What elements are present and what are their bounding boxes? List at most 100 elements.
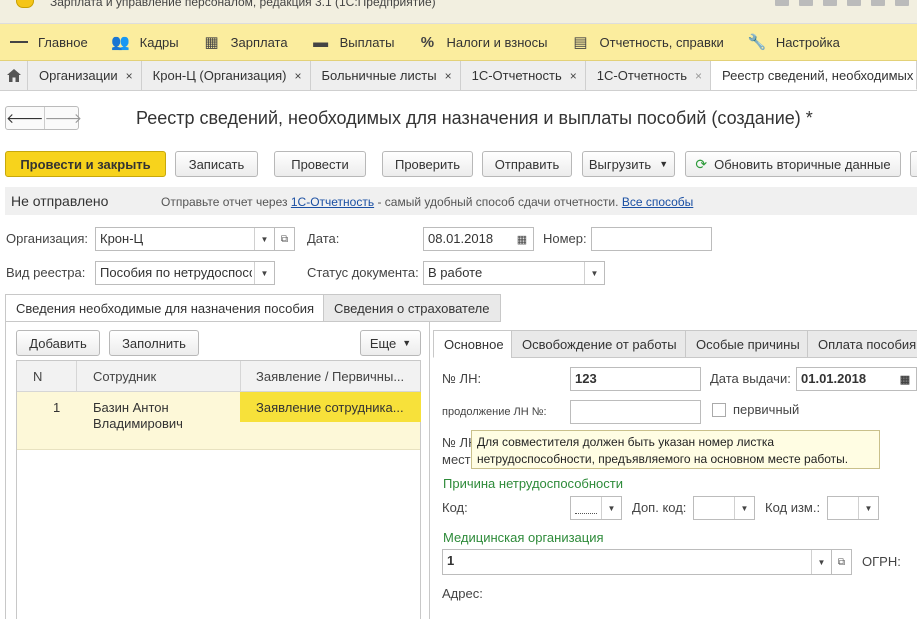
registry-type-value: Пособия по нетрудоспособ — [100, 265, 252, 280]
chevron-down-icon[interactable]: ▼ — [734, 497, 754, 519]
calendar-icon[interactable]: ▦ — [511, 228, 533, 250]
refresh-secondary-data-button[interactable]: ⟳ Обновить вторичные данные — [685, 151, 901, 177]
title-bar-icons — [775, 0, 909, 6]
sick-leave-number-field[interactable]: 123 — [570, 367, 701, 391]
primary-checkbox[interactable] — [712, 403, 726, 417]
menu-item-taxes[interactable]: % Налоги и взносы — [408, 24, 561, 61]
add-button[interactable]: Добавить — [16, 330, 100, 356]
open-organization-icon[interactable]: ⧉ — [275, 227, 295, 251]
save-icon[interactable] — [775, 0, 789, 6]
tab-1c-reporting[interactable]: 1С-Отчетность × — [461, 61, 586, 90]
ogrn-label: ОГРН: — [862, 554, 901, 569]
tab-sick-leaves[interactable]: Больничные листы × — [311, 61, 461, 90]
tab-label: Крон-Ц (Организация) — [152, 68, 287, 83]
tab-1c-reporting-2[interactable]: 1С-Отчетность × — [586, 61, 711, 90]
number-field[interactable] — [591, 227, 712, 251]
app-logo-icon[interactable] — [16, 0, 34, 8]
tab-label: Организации — [39, 68, 118, 83]
tab-special-reasons[interactable]: Особые причины — [685, 330, 808, 358]
print-icon[interactable] — [799, 0, 813, 6]
close-icon[interactable]: × — [295, 69, 302, 83]
sick-leave-number-value: 123 — [575, 371, 597, 386]
column-header-n[interactable]: N — [33, 369, 42, 384]
home-icon[interactable] — [0, 61, 28, 90]
chevron-down-icon[interactable]: ▼ — [254, 228, 274, 250]
more-button[interactable]: Еще ▼ — [360, 330, 421, 356]
menu-item-main[interactable]: Главное — [0, 24, 102, 61]
post-and-close-button[interactable]: Провести и закрыть — [5, 151, 166, 177]
menu-item-settings[interactable]: 🔧 Настройка — [738, 24, 854, 61]
issue-date-field[interactable]: 01.01.2018 ▦ — [796, 367, 917, 391]
menu-item-label: Главное — [38, 34, 88, 50]
change-code-field[interactable]: ▼ — [827, 496, 879, 520]
favorites-icon[interactable] — [871, 0, 885, 6]
document-status-field[interactable]: В работе ▼ — [423, 261, 605, 285]
menu-item-reports[interactable]: ▤ Отчетность, справки — [562, 24, 738, 61]
chevron-down-icon[interactable]: ▼ — [254, 262, 274, 284]
tab-label: Больничные листы — [321, 68, 437, 83]
tab-kron-organization[interactable]: Крон-Ц (Организация) × — [142, 61, 311, 90]
continuation-field[interactable] — [570, 400, 701, 424]
menu-item-payments[interactable]: ▬ Выплаты — [302, 24, 409, 61]
menu-item-label: Налоги и взносы — [446, 34, 548, 50]
menu-item-salary[interactable]: ▦ Зарплата — [193, 24, 302, 61]
chevron-down-icon: ▼ — [659, 159, 669, 169]
chevron-down-icon[interactable]: ▼ — [601, 497, 621, 519]
tab-benefit-payment[interactable]: Оплата пособия — [807, 330, 917, 358]
column-header-statement[interactable]: Заявление / Первичны... — [256, 369, 404, 384]
page-title: Реестр сведений, необходимых для назначе… — [136, 108, 813, 128]
wrench-icon: 🔧 — [747, 34, 767, 51]
chevron-down-icon[interactable]: ▼ — [811, 550, 831, 574]
1c-reporting-link[interactable]: 1С-Отчетность — [291, 195, 374, 209]
history-icon[interactable] — [847, 0, 861, 6]
additional-code-field[interactable]: ▼ — [693, 496, 755, 520]
post-button[interactable]: Провести — [274, 151, 366, 177]
save-button[interactable]: Записать — [175, 151, 258, 177]
send-button[interactable]: Отправить — [482, 151, 572, 177]
fill-button[interactable]: Заполнить — [109, 330, 199, 356]
tab-release-from-work[interactable]: Освобождение от работы — [511, 330, 686, 358]
more-commands-button[interactable] — [910, 151, 917, 177]
column-header-employee[interactable]: Сотрудник — [93, 369, 156, 384]
row-number: 1 — [53, 400, 61, 415]
organization-field[interactable]: Крон-Ц ▼ — [95, 227, 275, 251]
tooltip-line1: Для совместителя должен быть указан номе… — [477, 435, 775, 449]
calendar-icon[interactable]: ▦ — [894, 368, 916, 390]
menu-item-hr[interactable]: 👥 Кадры — [102, 24, 193, 61]
chevron-down-icon[interactable]: ▼ — [584, 262, 604, 284]
additional-code-label: Доп. код: — [632, 500, 687, 515]
close-icon[interactable]: × — [126, 69, 133, 83]
date-field[interactable]: 08.01.2018 ▦ — [423, 227, 534, 251]
chevron-down-icon[interactable]: ▼ — [858, 497, 878, 519]
export-button[interactable]: Выгрузить ▼ — [582, 151, 675, 177]
hint-suffix: - самый удобный способ сдачи отчетности. — [377, 195, 619, 209]
registry-type-field[interactable]: Пособия по нетрудоспособ ▼ — [95, 261, 275, 285]
close-icon[interactable]: × — [695, 69, 702, 83]
registry-type-label: Вид реестра: — [6, 265, 86, 280]
table-row[interactable]: 1 Базин Антон Владимирович Заявление сот… — [17, 392, 421, 450]
all-ways-link[interactable]: Все способы — [622, 195, 694, 209]
send-hint: Отправьте отчет через 1С-Отчетность - са… — [161, 195, 693, 209]
tab-registry-active[interactable]: Реестр сведений, необходимых для назначе… — [711, 61, 917, 90]
calendar-icon[interactable] — [895, 0, 909, 6]
history-navigation: 🡐 🡒 — [5, 106, 82, 130]
tab-benefit-info[interactable]: Сведения необходимые для назначения посо… — [5, 294, 324, 322]
back-arrow-icon[interactable]: 🡐 — [6, 107, 44, 129]
code-label: Код: — [442, 500, 468, 515]
close-icon[interactable]: × — [570, 69, 577, 83]
menu-item-label: Отчетность, справки — [599, 34, 724, 50]
tooltip: Для совместителя должен быть указан номе… — [471, 430, 880, 469]
tab-main[interactable]: Основное — [433, 330, 512, 358]
medical-organization-header: Медицинская организация — [443, 530, 604, 545]
tab-organizations[interactable]: Организации × — [28, 61, 142, 90]
tab-insurer-info[interactable]: Сведения о страхователе — [323, 294, 501, 322]
forward-arrow-icon[interactable]: 🡒 — [43, 107, 82, 129]
medical-organization-field[interactable]: 1 ▼ — [442, 549, 832, 575]
date-label: Дата: — [307, 231, 340, 246]
sick-leave-number-label: № ЛН: — [442, 371, 482, 386]
check-button[interactable]: Проверить — [382, 151, 473, 177]
code-field[interactable]: ▼ — [570, 496, 622, 520]
open-medical-organization-icon[interactable]: ⧉ — [832, 549, 852, 575]
close-icon[interactable]: × — [445, 69, 452, 83]
search-icon[interactable] — [823, 0, 837, 6]
